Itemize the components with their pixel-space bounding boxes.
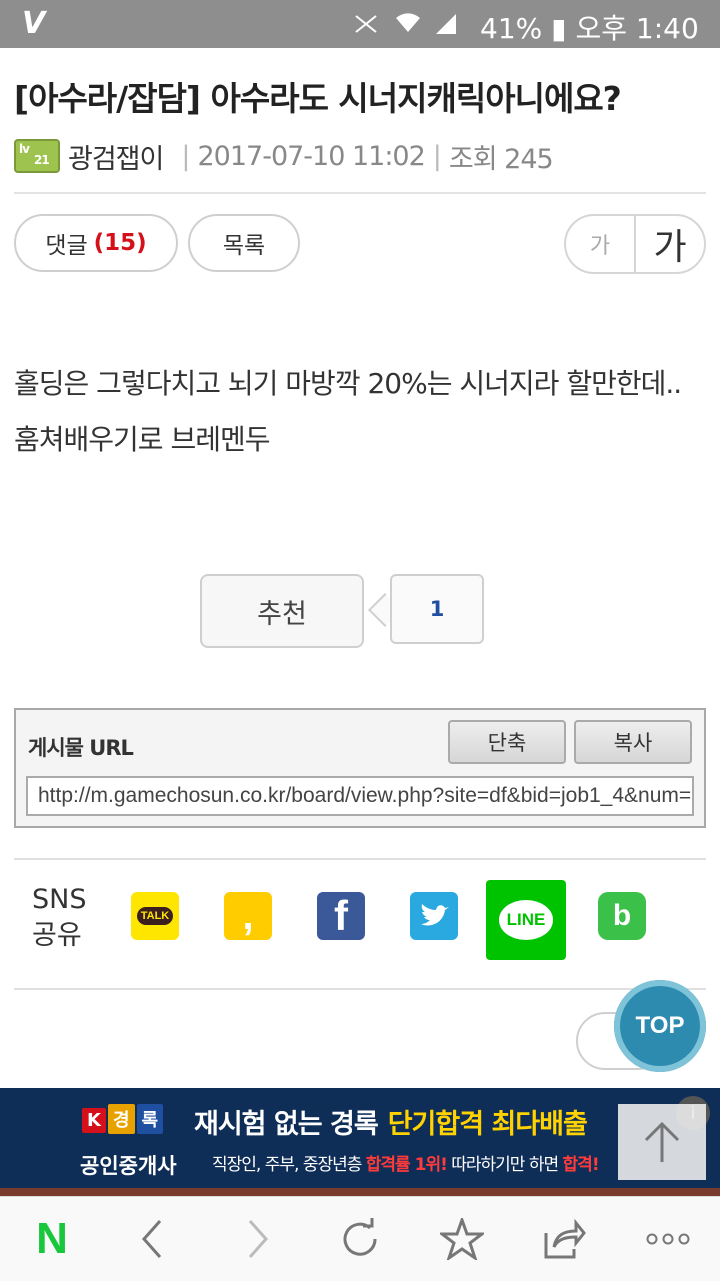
sns-share-label: SNS 공유 bbox=[32, 884, 87, 951]
divider: | bbox=[181, 140, 190, 172]
signal-icons bbox=[355, 13, 456, 34]
ad-headline: 재시험 없는 경록 단기합격 최다배출 bbox=[194, 1109, 588, 1140]
clock: 오후 1:40 bbox=[575, 12, 699, 45]
divider bbox=[14, 858, 706, 860]
status-icons bbox=[352, 10, 472, 44]
refresh-icon[interactable] bbox=[320, 1197, 400, 1281]
back-icon[interactable] bbox=[112, 1197, 192, 1281]
level-badge-icon: lv 21 bbox=[14, 139, 60, 173]
battery-percent: 41% bbox=[480, 12, 543, 45]
facebook-icon[interactable]: f bbox=[317, 892, 365, 940]
share-icon[interactable] bbox=[524, 1197, 604, 1281]
shorten-url-button[interactable]: 단축 bbox=[448, 720, 566, 764]
line-icon[interactable]: LINE bbox=[486, 880, 566, 960]
status-bar: V 41% ▮ 오후 1:40 bbox=[0, 0, 720, 48]
ad-logo: K경록 bbox=[82, 1104, 165, 1134]
bookmark-star-icon[interactable] bbox=[422, 1197, 502, 1281]
scroll-top-button[interactable]: TOP bbox=[614, 980, 706, 1072]
ad-subtext: 직장인, 주부, 중장년층 합격률 1위! 따라하기만 하면 합격! bbox=[212, 1155, 600, 1175]
font-small-button[interactable]: 가 bbox=[566, 216, 636, 272]
copy-url-button[interactable]: 복사 bbox=[574, 720, 692, 764]
post-date: 2017-07-10 11:02 bbox=[197, 140, 425, 172]
comment-button[interactable]: 댓글 (15) bbox=[14, 214, 178, 272]
ad-category: 공인중개사 bbox=[80, 1154, 177, 1178]
post-meta: lv 21 광검잽이 | 2017-07-10 11:02 | 조회 245 bbox=[14, 137, 554, 176]
bird-icon bbox=[421, 904, 449, 926]
body-line: 홀딩은 그렇다치고 뇌기 마방깍 20%는 시너지라 할만한데.. bbox=[14, 367, 682, 400]
recommend-button[interactable]: 추천 bbox=[200, 574, 364, 648]
font-size-toggle: 가 가 bbox=[564, 214, 706, 274]
level-number: 21 bbox=[34, 153, 50, 167]
ad-banner[interactable]: K경록 공인중개사 재시험 없는 경록 단기합격 최다배출 직장인, 주부, 중장… bbox=[0, 1088, 720, 1188]
browser-toolbar: N bbox=[0, 1196, 720, 1281]
arrow-up-icon bbox=[644, 1121, 680, 1162]
band-icon[interactable]: b bbox=[598, 892, 646, 940]
battery-icon: ▮ bbox=[551, 12, 567, 45]
kakaostory-icon[interactable]: , bbox=[224, 892, 272, 940]
divider bbox=[14, 192, 706, 194]
naver-home-icon[interactable]: N bbox=[12, 1197, 92, 1281]
list-button[interactable]: 목록 bbox=[188, 214, 300, 272]
font-large-button[interactable]: 가 bbox=[636, 216, 704, 272]
scroll-up-button[interactable] bbox=[618, 1104, 706, 1180]
divider: | bbox=[432, 140, 442, 172]
forward-icon[interactable] bbox=[218, 1197, 298, 1281]
body-line: 훔쳐배우기로 브레멘두 bbox=[14, 423, 271, 456]
more-options-icon[interactable] bbox=[628, 1197, 708, 1281]
url-label: 게시물 URL bbox=[28, 736, 134, 760]
author-name[interactable]: 광검잽이 bbox=[68, 137, 164, 176]
comment-count: (15) bbox=[93, 230, 147, 256]
comment-label: 댓글 bbox=[45, 233, 88, 259]
divider bbox=[14, 988, 706, 990]
post-body: 홀딩은 그렇다치고 뇌기 마방깍 20%는 시너지라 할만한데.. 훔쳐배우기로… bbox=[14, 356, 714, 468]
kakaotalk-icon[interactable]: TALK bbox=[131, 892, 179, 940]
post-title: [아수라/잡담] 아수라도 시너지캐릭아니에요? bbox=[14, 79, 622, 118]
post-url-box: 게시물 URL 단축 복사 http://m.gamechosun.co.kr/… bbox=[14, 708, 706, 828]
view-count: 조회 245 bbox=[448, 143, 554, 175]
app-notification-icon: V bbox=[22, 6, 45, 41]
url-field[interactable]: http://m.gamechosun.co.kr/board/view.php… bbox=[26, 776, 694, 816]
recommend-count: 1 bbox=[390, 574, 484, 644]
twitter-icon[interactable] bbox=[410, 892, 458, 940]
